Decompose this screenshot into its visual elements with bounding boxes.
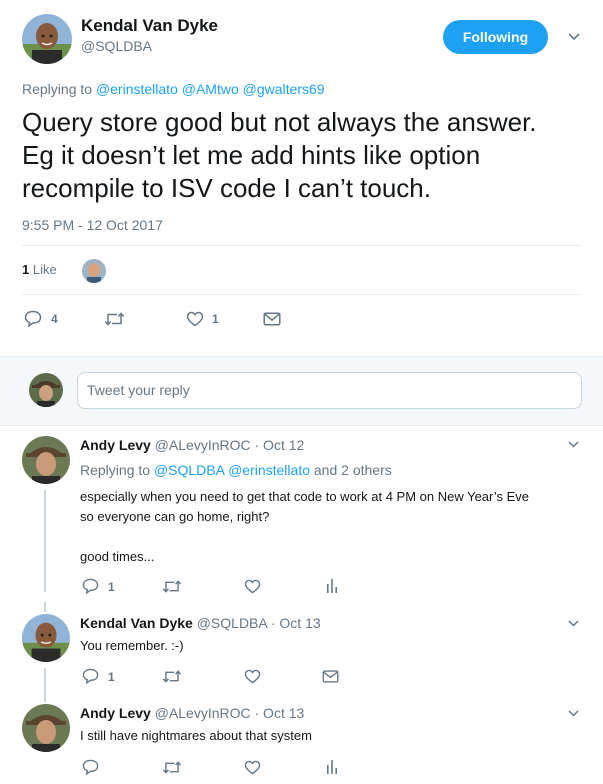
tweet-text-line: Eg it doesn’t let me add hints like opti… [22,140,481,170]
reply-input[interactable]: Tweet your reply [77,372,582,409]
replying-to: Replying to @SQLDBA @erinstellato and 2 … [80,462,392,478]
like-icon[interactable] [244,669,261,684]
following-button[interactable]: Following [443,20,548,54]
reply-icon[interactable] [82,668,99,684]
message-icon[interactable] [263,312,281,326]
reply-author-name[interactable]: Kendal Van Dyke [80,615,193,631]
current-user-avatar [29,373,63,407]
message-icon[interactable] [322,670,339,683]
author-name[interactable]: Kendal Van Dyke [81,16,218,36]
avatar-andy[interactable] [22,704,70,752]
replying-prefix: Replying to [22,81,93,97]
thread-line [44,668,46,702]
chevron-down-icon[interactable] [567,440,580,449]
replying-prefix: Replying to [80,462,151,478]
reply-author-name[interactable]: Andy Levy [80,437,151,453]
tweet-timestamp[interactable]: 9:55 PM - 12 Oct 2017 [22,217,163,233]
thread-line [44,490,46,592]
tweet-text-line: recompile to ISV code I can’t touch. [22,173,431,203]
avatar-kendal[interactable] [22,614,70,662]
reply-text-line: especially when you need to get that cod… [80,489,530,504]
reply-text-line: so everyone can go home, right? [80,509,270,524]
reply-count: 4 [51,312,58,326]
retweet-icon[interactable] [162,760,182,775]
reply-icon[interactable] [82,578,99,594]
reply-author-name[interactable]: Andy Levy [80,705,151,721]
liker-avatar[interactable] [82,259,106,283]
retweet-icon[interactable] [104,311,125,327]
likes-label: Like [32,262,57,277]
thread-line [44,602,46,612]
mention-link[interactable]: @erinstellato [228,462,310,478]
like-count: 1 [212,312,219,326]
divider [22,245,581,246]
reply-count: 1 [108,580,115,594]
likes-count: 1 [22,262,30,277]
tweet-text-line: Query store good but not always the answ… [22,107,537,137]
likes-summary[interactable]: 1 Like [22,262,57,277]
reply-meta[interactable]: @SQLDBA · Oct 13 [197,615,321,631]
avatar-kendal[interactable] [22,14,72,64]
retweet-icon[interactable] [162,669,182,684]
mention-link[interactable]: @erinstellato [96,81,178,97]
reply-text: especially when you need to get that cod… [80,487,529,567]
reply-text: I still have nightmares about that syste… [80,728,312,743]
chevron-down-icon[interactable] [567,619,580,628]
mention-link[interactable]: @AMtwo [182,81,239,97]
reply-icon[interactable] [24,310,42,327]
divider [22,294,581,295]
chevron-down-icon[interactable] [567,709,580,718]
like-icon[interactable] [244,760,261,775]
mention-link[interactable]: @gwalters69 [243,81,325,97]
tweet-text: Query store good but not always the answ… [22,106,537,205]
analytics-icon[interactable] [326,578,338,594]
author-handle[interactable]: @SQLDBA [81,38,152,54]
mention-link[interactable]: @SQLDBA [154,462,224,478]
replying-to: Replying to @erinstellato @AMtwo @gwalte… [22,81,325,97]
avatar-andy[interactable] [22,436,70,484]
reply-header: Andy Levy @ALevyInROC · Oct 12 [80,437,304,453]
reply-header: Kendal Van Dyke @SQLDBA · Oct 13 [80,615,321,631]
reply-meta[interactable]: @ALevyInROC · Oct 13 [155,705,305,721]
reply-meta[interactable]: @ALevyInROC · Oct 12 [155,437,305,453]
reply-text-line [80,527,529,547]
chevron-down-icon[interactable] [567,32,581,42]
replying-suffix[interactable]: and 2 others [314,462,392,478]
like-icon[interactable] [186,311,204,327]
reply-count: 1 [108,670,115,684]
reply-text-line: good times... [80,549,155,564]
reply-header: Andy Levy @ALevyInROC · Oct 13 [80,705,304,721]
reply-text: You remember. :-) [80,638,184,653]
like-icon[interactable] [244,579,261,594]
reply-icon[interactable] [82,759,99,775]
retweet-icon[interactable] [162,579,182,594]
analytics-icon[interactable] [326,759,338,775]
